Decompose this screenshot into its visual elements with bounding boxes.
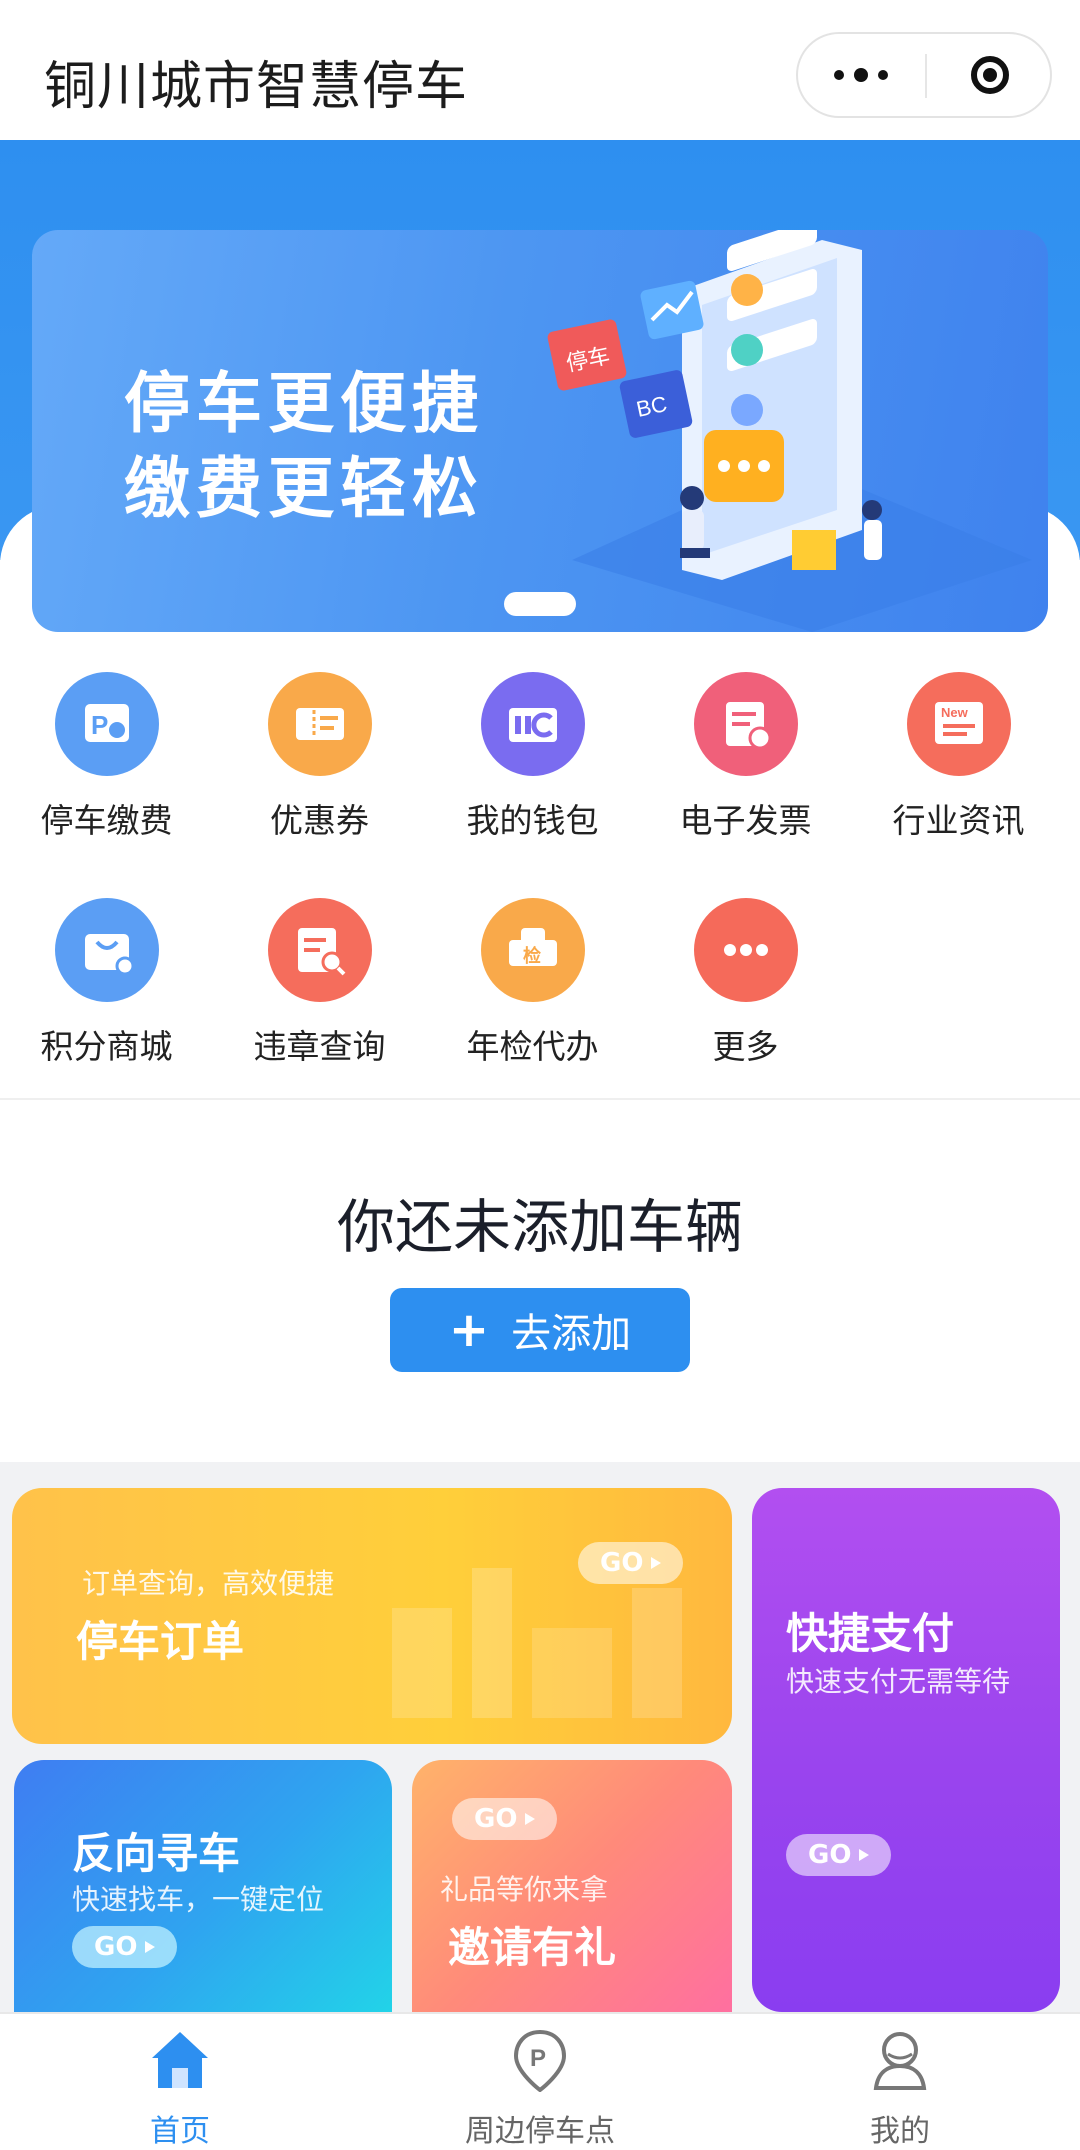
dot-icon [834,70,844,80]
svg-text:New: New [941,705,969,720]
go-button[interactable]: GO [452,1798,558,1840]
parking-illustration: 停车 BC [547,230,1032,632]
card-title: 快捷支付 [786,1609,955,1658]
card-subtitle: 礼品等你来拿 [440,1873,609,1906]
card-title: 反向寻车 [72,1829,241,1878]
menu-item-points-mall[interactable]: 积分商城 [0,898,213,1098]
go-label: GO [94,1932,138,1962]
menu-item-news[interactable]: New 行业资讯 [852,672,1065,872]
go-button[interactable]: GO [786,1834,892,1876]
card-title: 邀请有礼 [448,1923,617,1972]
bottom-tab-bar: 首页 P 周边停车点 我的 [0,2012,1080,2149]
dot-icon [878,70,888,80]
mini-program-capsule [796,32,1052,118]
menu-item-parking-pay[interactable]: P 停车缴费 [0,672,213,872]
go-label: GO [474,1804,518,1834]
more-options-button[interactable] [798,34,924,116]
target-close-icon [971,56,1009,94]
carousel-indicator [504,592,576,616]
add-vehicle-label: 去添加 [511,1311,632,1357]
menu-label: 更多 [712,1027,779,1066]
user-icon [873,2032,927,2090]
home-icon [152,2032,208,2088]
menu-item-invoice[interactable]: 电子发票 [639,672,852,872]
wallet-icon [481,672,585,776]
banner-headline: 停车更便捷 [124,365,484,442]
find-car-card[interactable]: 反向寻车 快速找车，一键定位 GO [14,1760,392,2012]
tab-nearby-parking[interactable]: P 周边停车点 [360,2014,720,2149]
capsule-divider [925,54,927,98]
close-miniprogram-button[interactable] [928,34,1052,116]
go-button[interactable]: GO [578,1542,684,1584]
plus-icon: + [448,1302,490,1358]
menu-item-annual-inspection[interactable]: 检 年检代办 [426,898,639,1098]
parking-pay-icon: P [55,672,159,776]
menu-item-coupon[interactable]: 优惠券 [213,672,426,872]
inspection-icon: 检 [481,898,585,1002]
quick-pay-card[interactable]: 快捷支付 快速支付无需等待 GO [752,1488,1060,2012]
card-subtitle: 快速支付无需等待 [786,1665,1011,1698]
city-illustration [392,1568,682,1718]
banner-subheadline: 缴费更轻松 [124,450,484,527]
go-label: GO [600,1548,644,1578]
add-vehicle-button[interactable]: + 去添加 [390,1288,690,1372]
violation-search-icon [268,898,372,1002]
play-arrow-icon [525,1813,536,1825]
promo-banner[interactable]: 停车更便捷 缴费更轻松 停车 BC [32,230,1048,632]
news-icon: New [907,672,1011,776]
menu-item-wallet[interactable]: 我的钱包 [426,672,639,872]
menu-label: 违章查询 [253,1027,386,1066]
no-vehicle-message: 你还未添加车辆 [336,1193,743,1261]
card-subtitle: 快速找车，一键定位 [72,1883,325,1916]
nav-bar: 铜川城市智慧停车 [0,0,1080,140]
page-title: 铜川城市智慧停车 [44,57,469,117]
menu-label: 年检代办 [466,1027,599,1066]
tab-label: 首页 [150,2114,210,2149]
play-arrow-icon [145,1941,156,1953]
section-divider [0,1098,1080,1100]
parking-order-card[interactable]: 订单查询，高效便捷 停车订单 GO [12,1488,732,1744]
menu-label: 电子发票 [679,801,812,840]
go-button[interactable]: GO [72,1926,178,1968]
shopping-bag-icon [55,898,159,1002]
svg-text:P: P [91,710,108,740]
menu-label: 优惠券 [270,801,369,840]
tab-label: 周边停车点 [465,2114,615,2149]
tab-home[interactable]: 首页 [0,2014,360,2149]
svg-text:P: P [530,2045,546,2072]
menu-label: 行业资讯 [892,801,1025,840]
menu-label: 我的钱包 [466,801,599,840]
go-label: GO [808,1840,852,1870]
menu-item-violation-query[interactable]: 违章查询 [213,898,426,1098]
card-subtitle: 订单查询，高效便捷 [82,1567,335,1600]
invoice-icon [694,672,798,776]
coupon-icon [268,672,372,776]
invite-gift-card[interactable]: GO 礼品等你来拿 邀请有礼 [412,1760,732,2012]
svg-text:检: 检 [523,945,541,967]
play-arrow-icon [651,1557,662,1569]
tab-mine[interactable]: 我的 [720,2014,1080,2149]
more-icon [694,898,798,1002]
parking-location-icon: P [513,2029,567,2092]
card-title: 停车订单 [76,1617,245,1666]
tab-label: 我的 [870,2114,930,2149]
menu-label: 积分商城 [40,1027,173,1066]
play-arrow-icon [859,1849,870,1861]
menu-label: 停车缴费 [40,801,173,840]
dot-icon [854,68,868,82]
menu-item-more[interactable]: 更多 [639,898,852,1098]
